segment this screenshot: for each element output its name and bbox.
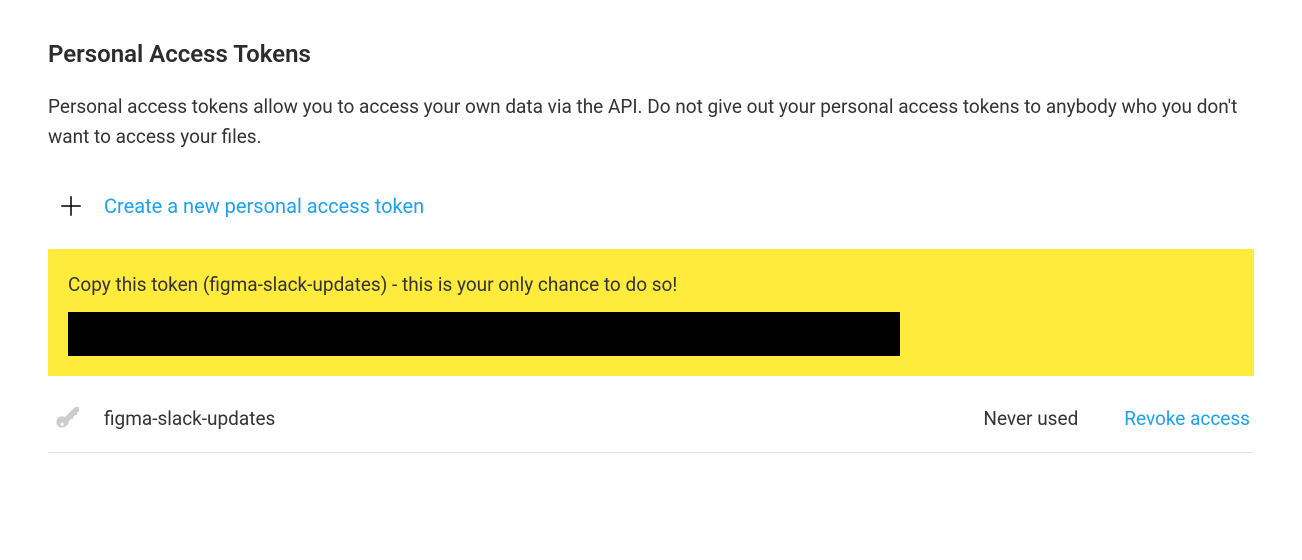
token-row: figma-slack-updates Never used Revoke ac…	[48, 386, 1254, 453]
plus-icon	[58, 193, 84, 219]
new-token-notice: Copy this token (figma-slack-updates) - …	[48, 249, 1254, 376]
revoke-access-link[interactable]: Revoke access	[1124, 407, 1250, 430]
token-usage: Never used	[983, 407, 1078, 430]
token-name: figma-slack-updates	[104, 407, 965, 430]
section-title: Personal Access Tokens	[48, 40, 1254, 68]
notice-message: Copy this token (figma-slack-updates) - …	[68, 273, 1234, 296]
create-token-link[interactable]: Create a new personal access token	[104, 194, 424, 218]
key-icon	[52, 402, 86, 436]
token-value-redacted[interactable]	[68, 312, 900, 356]
section-description: Personal access tokens allow you to acce…	[48, 92, 1248, 153]
create-token-row: Create a new personal access token	[48, 193, 1254, 219]
